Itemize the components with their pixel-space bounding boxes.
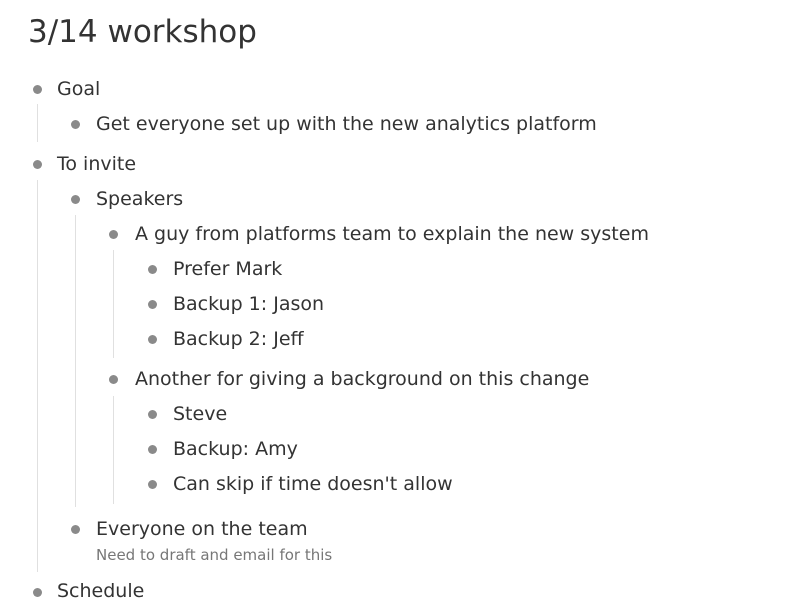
prefer-mark-bullet[interactable]	[148, 265, 157, 274]
platforms-guy-guide-line	[113, 250, 114, 358]
everyone-note[interactable]: Need to draft and email for this	[96, 545, 332, 565]
schedule-bullet[interactable]	[33, 588, 42, 597]
can-skip-label[interactable]: Can skip if time doesn't allow	[173, 472, 453, 496]
background-speaker-bullet[interactable]	[109, 375, 118, 384]
steve-bullet[interactable]	[148, 410, 157, 419]
platforms-guy-bullet[interactable]	[109, 230, 118, 239]
goal-label[interactable]: Goal	[57, 77, 100, 101]
backup-amy-label[interactable]: Backup: Amy	[173, 437, 298, 461]
to-invite-bullet[interactable]	[33, 160, 42, 169]
to-invite-guide-line	[37, 180, 38, 572]
everyone-bullet[interactable]	[71, 525, 80, 534]
goal-item-bullet[interactable]	[71, 120, 80, 129]
backup-jason-label[interactable]: Backup 1: Jason	[173, 292, 324, 316]
steve-label[interactable]: Steve	[173, 402, 227, 426]
goal-guide-line	[37, 104, 38, 142]
to-invite-label[interactable]: To invite	[57, 152, 136, 176]
goal-bullet[interactable]	[33, 85, 42, 94]
backup-jason-bullet[interactable]	[148, 300, 157, 309]
backup-amy-bullet[interactable]	[148, 445, 157, 454]
can-skip-bullet[interactable]	[148, 480, 157, 489]
speakers-guide-line	[75, 215, 76, 507]
prefer-mark-label[interactable]: Prefer Mark	[173, 257, 282, 281]
backup-jeff-label[interactable]: Backup 2: Jeff	[173, 327, 304, 351]
page-title[interactable]: 3/14 workshop	[28, 14, 257, 50]
platforms-guy-label[interactable]: A guy from platforms team to explain the…	[135, 222, 649, 246]
backup-jeff-bullet[interactable]	[148, 335, 157, 344]
schedule-label[interactable]: Schedule	[57, 579, 144, 603]
background-speaker-guide-line	[113, 396, 114, 504]
everyone-label[interactable]: Everyone on the team	[96, 517, 308, 541]
speakers-label[interactable]: Speakers	[96, 187, 183, 211]
speakers-bullet[interactable]	[71, 195, 80, 204]
background-speaker-label[interactable]: Another for giving a background on this …	[135, 367, 589, 391]
goal-item-label[interactable]: Get everyone set up with the new analyti…	[96, 112, 597, 136]
